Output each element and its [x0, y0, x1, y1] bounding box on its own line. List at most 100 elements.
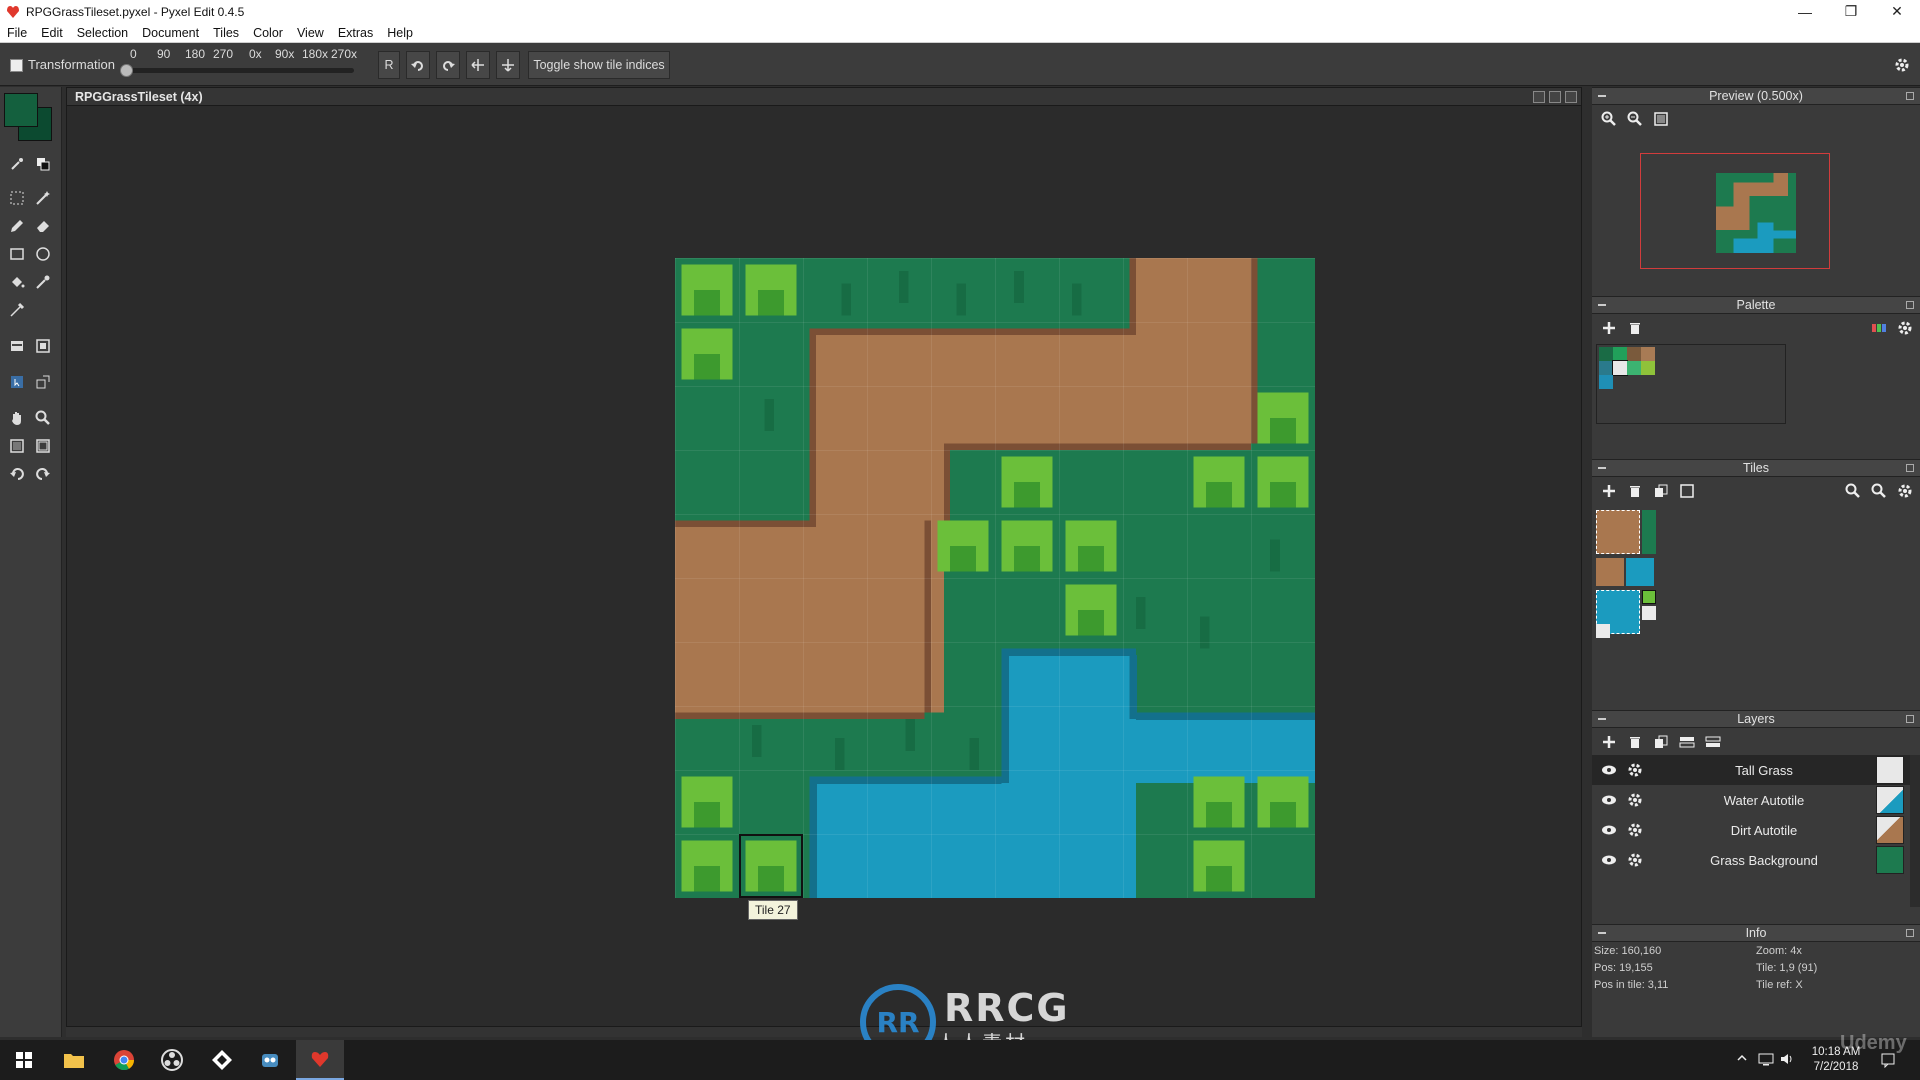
layer-settings-gear-icon[interactable] [1624, 759, 1646, 781]
eraser-tool[interactable] [32, 215, 54, 237]
volume-icon[interactable] [1780, 1052, 1796, 1069]
start-button[interactable] [0, 1040, 48, 1080]
rotate-ccw-button[interactable] [406, 51, 430, 79]
undo-tool[interactable] [6, 463, 28, 485]
godot-taskbar-button[interactable] [246, 1040, 294, 1080]
layers-add-button[interactable] [1598, 731, 1620, 753]
palette-swatch[interactable] [1612, 360, 1628, 376]
toggle-tile-indices-button[interactable]: Toggle show tile indices [528, 51, 670, 79]
tile-transform-tool[interactable] [32, 371, 54, 393]
redo-tool[interactable] [32, 463, 54, 485]
palette-swatch[interactable] [1627, 347, 1641, 361]
menu-color[interactable]: Color [246, 26, 290, 40]
popout-icon[interactable] [1906, 929, 1914, 937]
palette-grid[interactable] [1596, 344, 1786, 424]
palette-settings-button[interactable] [1894, 317, 1916, 339]
preview-zoom-in-button[interactable] [1598, 108, 1620, 130]
color-picker-tool[interactable] [6, 299, 28, 321]
palette-swatch[interactable] [1613, 347, 1627, 361]
collapse-icon[interactable] [1598, 304, 1606, 306]
minimize-button[interactable]: — [1782, 0, 1828, 23]
tile-thumb[interactable] [1642, 590, 1656, 604]
frame-tool-a[interactable] [6, 435, 28, 457]
file-explorer-taskbar-button[interactable] [50, 1040, 98, 1080]
menu-tiles[interactable]: Tiles [206, 26, 246, 40]
tile-thumb[interactable] [1626, 558, 1654, 586]
palette-swatch[interactable] [1627, 361, 1641, 375]
doc-minimize-button[interactable] [1533, 91, 1545, 103]
tiles-zoom-in-button[interactable] [1842, 480, 1864, 502]
collapse-icon[interactable] [1598, 95, 1606, 97]
collapse-icon[interactable] [1598, 467, 1606, 469]
popout-icon[interactable] [1906, 464, 1914, 472]
menu-help[interactable]: Help [380, 26, 420, 40]
ellipse-tool[interactable] [32, 243, 54, 265]
magic-wand-tool[interactable] [32, 187, 54, 209]
settings-button[interactable] [1890, 51, 1914, 79]
layers-scrollbar[interactable] [1910, 755, 1920, 907]
preview-zoom-out-button[interactable] [1624, 108, 1646, 130]
tiles-blank-button[interactable] [1676, 480, 1698, 502]
tiles-grid[interactable] [1594, 508, 1664, 638]
primary-color-swatch[interactable] [4, 93, 38, 127]
horizontal-scrollbar[interactable] [66, 1027, 1582, 1037]
pencil-tool[interactable] [6, 215, 28, 237]
layer-row-grass-background[interactable]: Grass Background [1592, 845, 1910, 875]
dropper-tool[interactable] [32, 271, 54, 293]
eye-icon[interactable] [1598, 789, 1620, 811]
color-picker-small-tool[interactable] [6, 153, 28, 175]
doc-close-button[interactable] [1565, 91, 1577, 103]
tiles-zoom-out-button[interactable] [1868, 480, 1890, 502]
layer-row-water-autotile[interactable]: Water Autotile [1592, 785, 1910, 815]
palette-add-button[interactable] [1598, 317, 1620, 339]
eye-icon[interactable] [1598, 819, 1620, 841]
swap-colors-tool[interactable] [32, 153, 54, 175]
pan-tool[interactable] [6, 407, 28, 429]
tiles-add-button[interactable] [1598, 480, 1620, 502]
notification-center-button[interactable] [1880, 1052, 1896, 1071]
chrome-taskbar-button[interactable] [100, 1040, 148, 1080]
tile-thumb[interactable] [1642, 606, 1656, 620]
maximize-button[interactable]: ❐ [1828, 0, 1874, 23]
palette-swatch[interactable] [1641, 361, 1655, 375]
palette-swatch[interactable] [1599, 347, 1613, 361]
tile-layer-tool[interactable] [6, 335, 28, 357]
palette-swatch-mode-button[interactable] [1868, 317, 1890, 339]
rectangle-tool[interactable] [6, 243, 28, 265]
flip-horizontal-button[interactable] [466, 51, 490, 79]
menu-document[interactable]: Document [135, 26, 206, 40]
tile-thumb[interactable] [1596, 558, 1624, 586]
palette-swatch[interactable] [1641, 347, 1655, 361]
layer-row-tall-grass[interactable]: Tall Grass [1592, 755, 1910, 785]
layer-settings-gear-icon[interactable] [1624, 849, 1646, 871]
layers-duplicate-button[interactable] [1650, 731, 1672, 753]
layers-delete-button[interactable] [1624, 731, 1646, 753]
preview-fit-button[interactable] [1650, 108, 1672, 130]
pyxel-edit-taskbar-button[interactable] [296, 1040, 344, 1080]
popout-icon[interactable] [1906, 301, 1914, 309]
popout-icon[interactable] [1906, 92, 1914, 100]
eye-icon[interactable] [1598, 849, 1620, 871]
rotation-slider-knob[interactable] [120, 64, 133, 77]
eye-icon[interactable] [1598, 759, 1620, 781]
menu-view[interactable]: View [290, 26, 331, 40]
reset-button[interactable]: R [378, 51, 400, 79]
tiles-delete-button[interactable] [1624, 480, 1646, 502]
tile-thumb[interactable] [1642, 510, 1656, 554]
rotation-slider-track[interactable] [126, 68, 354, 73]
frame-tool-b[interactable] [32, 435, 54, 457]
layer-settings-gear-icon[interactable] [1624, 789, 1646, 811]
unity-taskbar-button[interactable] [198, 1040, 246, 1080]
obs-taskbar-button[interactable] [148, 1040, 196, 1080]
tiles-duplicate-button[interactable] [1650, 480, 1672, 502]
close-button[interactable]: ✕ [1874, 0, 1920, 23]
palette-delete-button[interactable] [1624, 317, 1646, 339]
tile-place-tool[interactable] [6, 371, 28, 393]
palette-swatch[interactable] [1599, 361, 1613, 375]
tilemap-canvas[interactable] [675, 258, 1315, 898]
collapse-icon[interactable] [1598, 718, 1606, 720]
menu-file[interactable]: File [0, 26, 34, 40]
tile-thumb[interactable] [1596, 624, 1610, 638]
menu-edit[interactable]: Edit [34, 26, 70, 40]
layers-merge-button[interactable] [1702, 731, 1724, 753]
